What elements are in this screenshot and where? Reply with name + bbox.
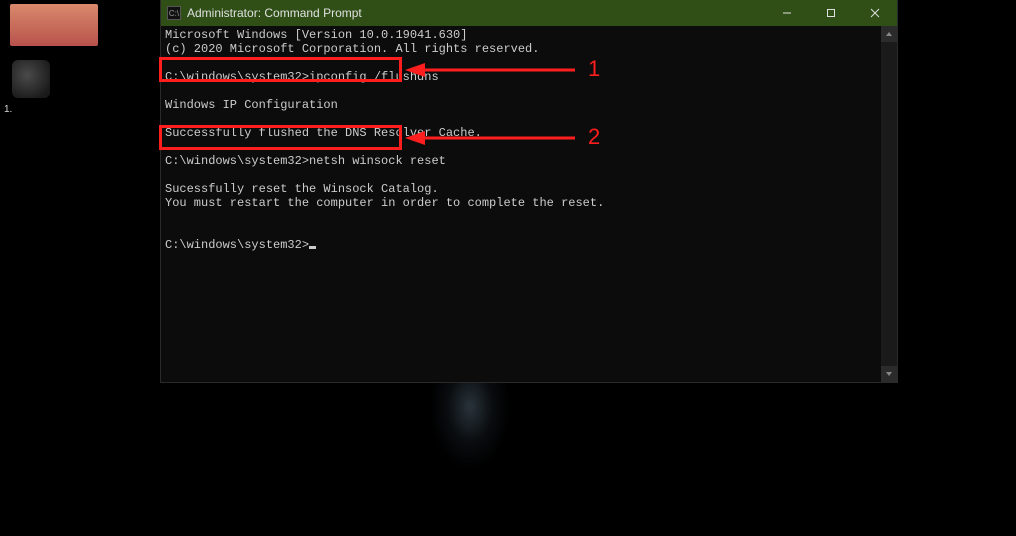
cmd-icon: C:\ (167, 6, 181, 20)
desktop-background: 1. C:\ Administrator: Command Prompt Mic… (0, 0, 1016, 536)
title-app: Command Prompt (264, 6, 361, 20)
desktop-icon-2[interactable] (12, 60, 50, 98)
command-prompt-window: C:\ Administrator: Command Prompt Micros… (161, 0, 897, 382)
terminal-prompt: C:\windows\system32> (165, 238, 309, 252)
scroll-down-button[interactable] (881, 366, 897, 382)
scroll-track[interactable] (881, 42, 897, 366)
wallpaper-smoke (430, 380, 510, 470)
title-prefix: Administrator: (187, 6, 261, 20)
terminal-line-cmd1: C:\windows\system32>ipconfig /flushdns (165, 70, 439, 84)
minimize-button[interactable] (765, 0, 809, 26)
maximize-button[interactable] (809, 0, 853, 26)
terminal-line: Successfully flushed the DNS Resolver Ca… (165, 126, 482, 140)
cursor (309, 246, 316, 249)
terminal-line: You must restart the computer in order t… (165, 196, 604, 210)
terminal-line: Microsoft Windows [Version 10.0.19041.63… (165, 28, 467, 42)
terminal-line: Windows IP Configuration (165, 98, 338, 112)
close-button[interactable] (853, 0, 897, 26)
terminal-line: Sucessfully reset the Winsock Catalog. (165, 182, 439, 196)
terminal-area[interactable]: Microsoft Windows [Version 10.0.19041.63… (161, 26, 897, 382)
terminal-line-cmd2: C:\windows\system32>netsh winsock reset (165, 154, 446, 168)
titlebar[interactable]: C:\ Administrator: Command Prompt (161, 0, 897, 26)
desktop-icon-1[interactable] (10, 4, 98, 46)
scrollbar[interactable] (881, 26, 897, 382)
desktop-icon-label: 1. (4, 104, 12, 115)
terminal-line: (c) 2020 Microsoft Corporation. All righ… (165, 42, 539, 56)
terminal-output: Microsoft Windows [Version 10.0.19041.63… (161, 26, 897, 254)
scroll-up-button[interactable] (881, 26, 897, 42)
